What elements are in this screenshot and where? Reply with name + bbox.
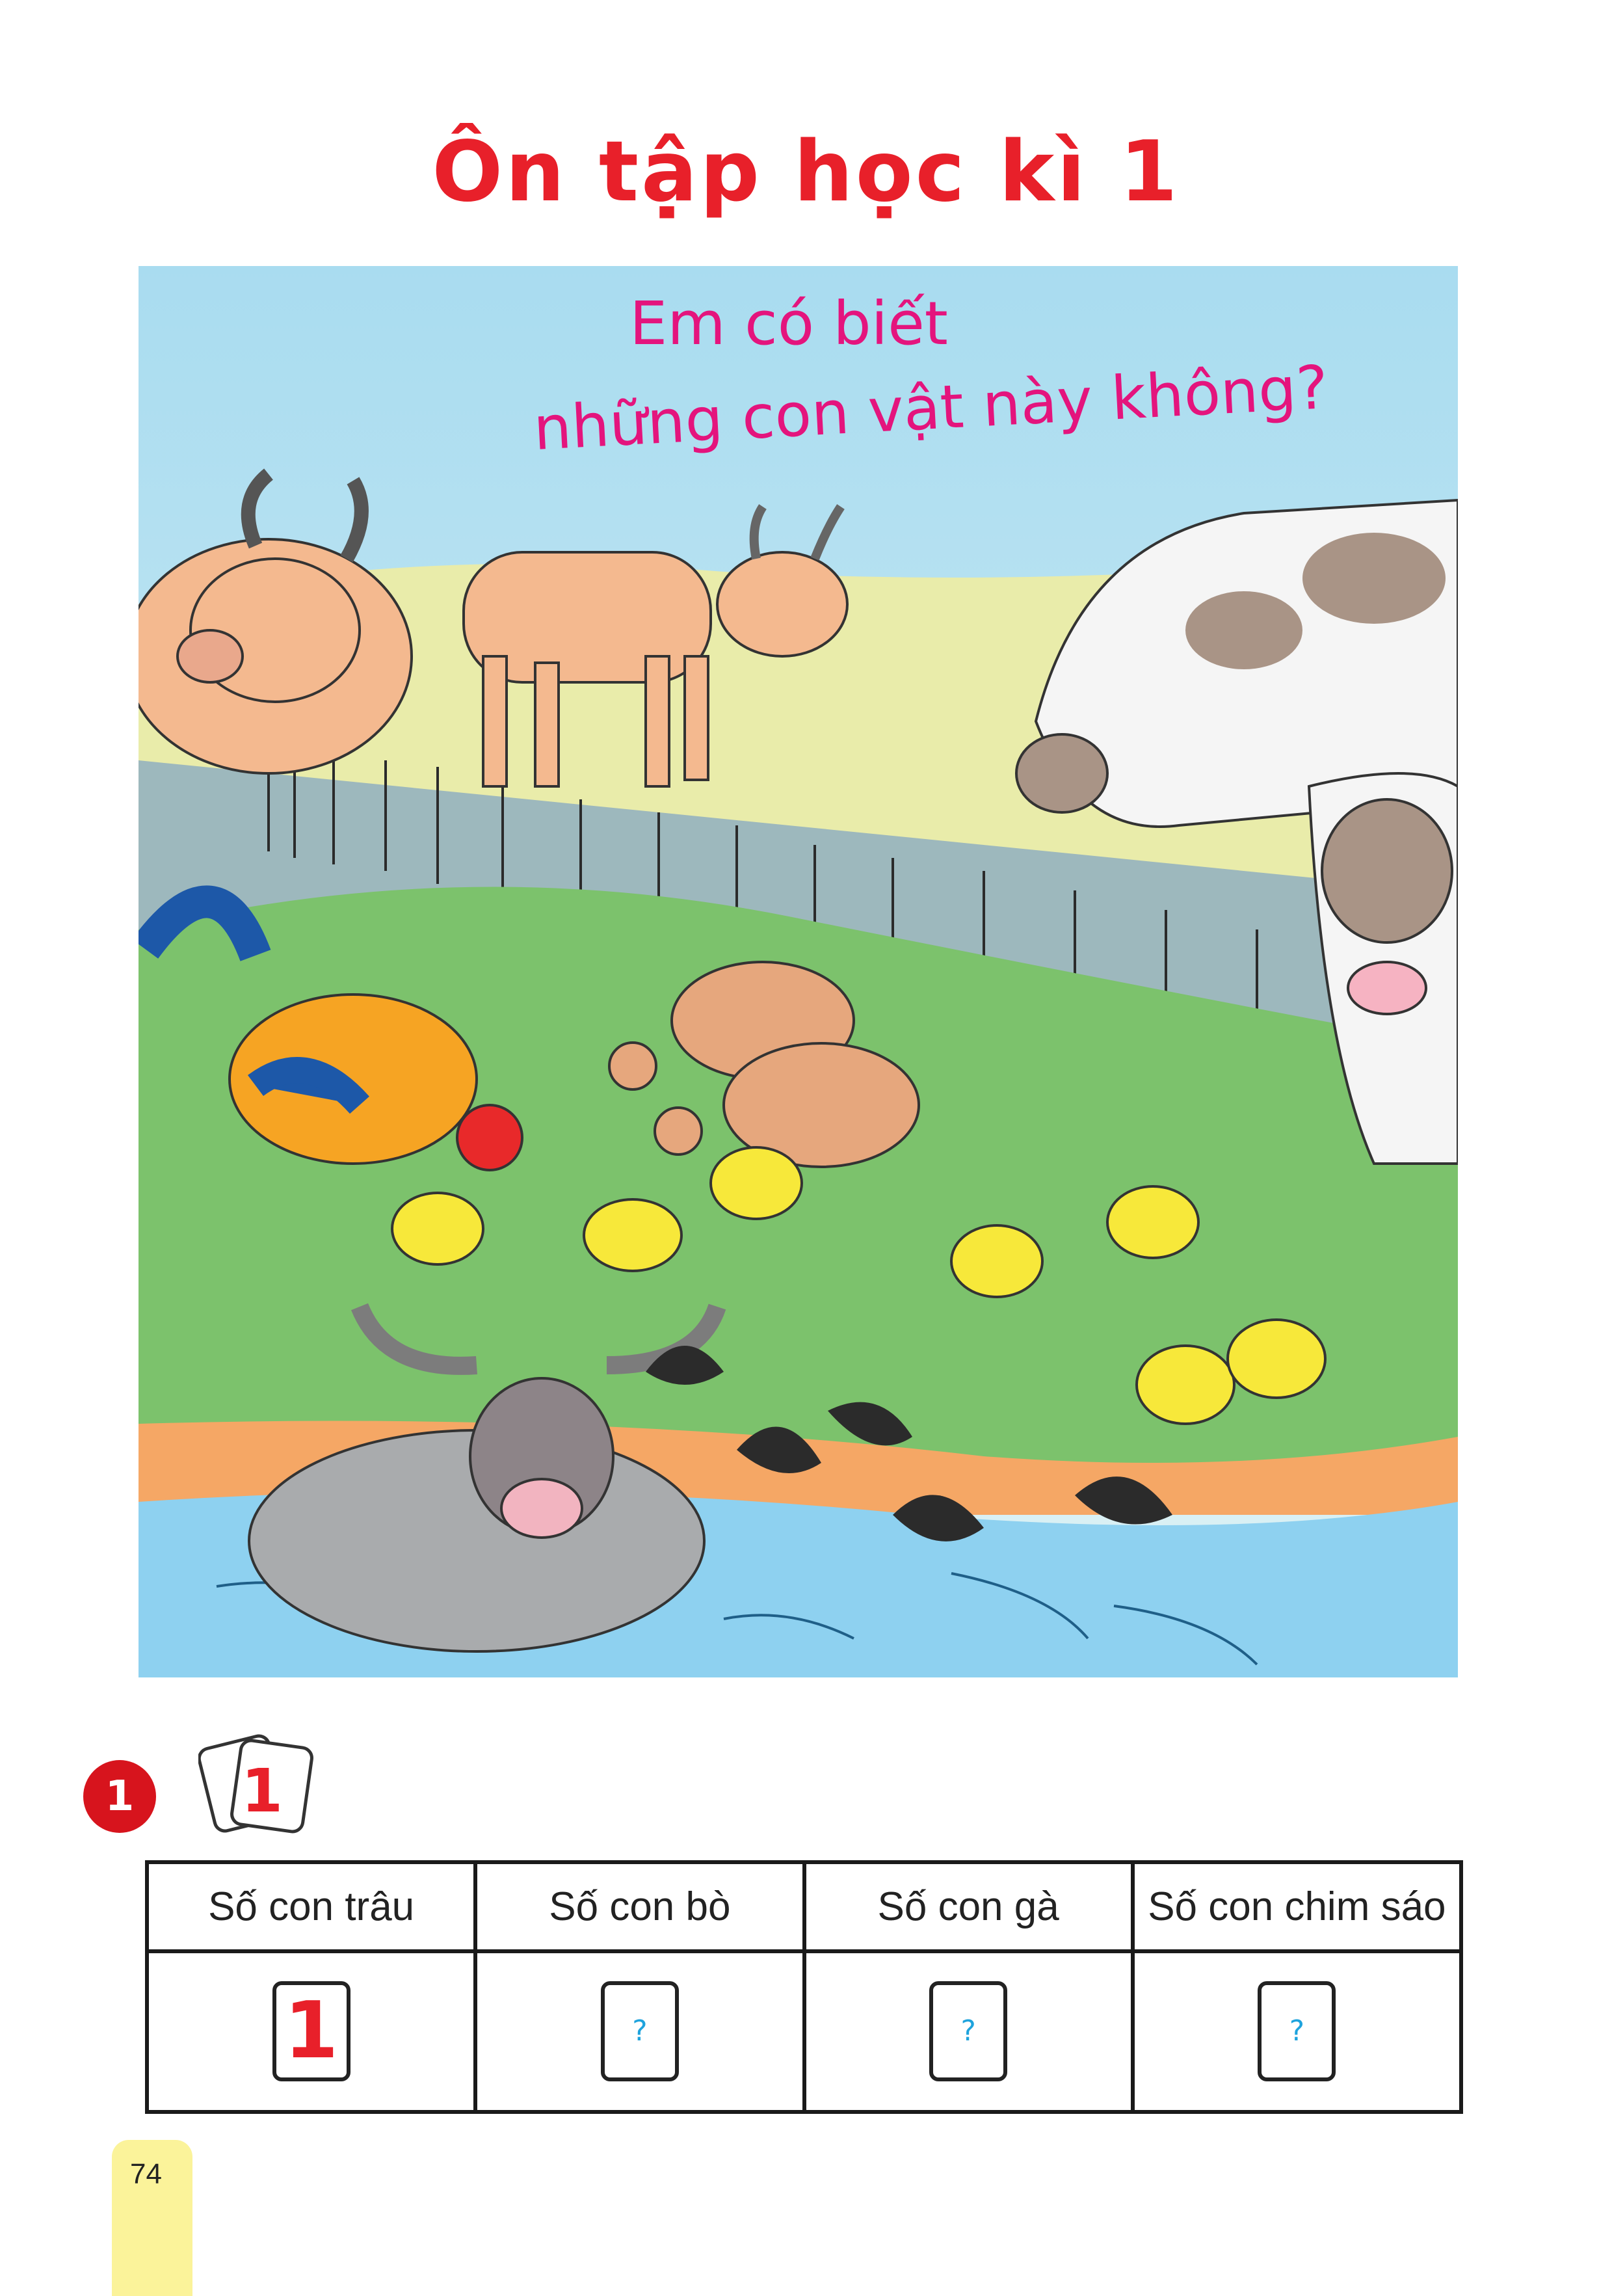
header-chicken: Số con gà [802, 1860, 1135, 1953]
header-cow: Số con bò [473, 1860, 806, 1953]
chick [1106, 1185, 1200, 1259]
chick [950, 1224, 1044, 1298]
chick [709, 1146, 803, 1220]
table-header-row: Số con trâu Số con bò Số con gà Số con c… [144, 1860, 1464, 1953]
table-answer-row: 1 ? ? ? [144, 1949, 1464, 2115]
exercise-number-badge: 1 [83, 1760, 156, 1833]
header-mynah: Số con chim sáo [1130, 1860, 1464, 1953]
answer-box-chicken[interactable]: ? [929, 1981, 1008, 2082]
answer-box-mynah[interactable]: ? [1258, 1981, 1336, 2082]
animal-count-table: Số con trâu Số con bò Số con gà Số con c… [144, 1860, 1464, 2115]
answer-box-buffalo: 1 [272, 1981, 350, 2082]
chick [583, 1198, 683, 1272]
chick [1135, 1344, 1235, 1425]
header-buffalo: Số con trâu [144, 1860, 478, 1953]
svg-text:1: 1 [241, 1756, 283, 1826]
caption-line-1: Em có biết [629, 289, 948, 358]
animals-illustration: Em có biết những con vật này không? [139, 266, 1458, 1677]
answer-box-cow[interactable]: ? [600, 1981, 679, 2082]
page-title: Ôn tập học kì 1 [432, 124, 1180, 220]
chick [1226, 1318, 1327, 1399]
number-cards-icon: 1 [198, 1734, 313, 1834]
chick [391, 1192, 484, 1266]
page-number: 74 [130, 2158, 162, 2190]
